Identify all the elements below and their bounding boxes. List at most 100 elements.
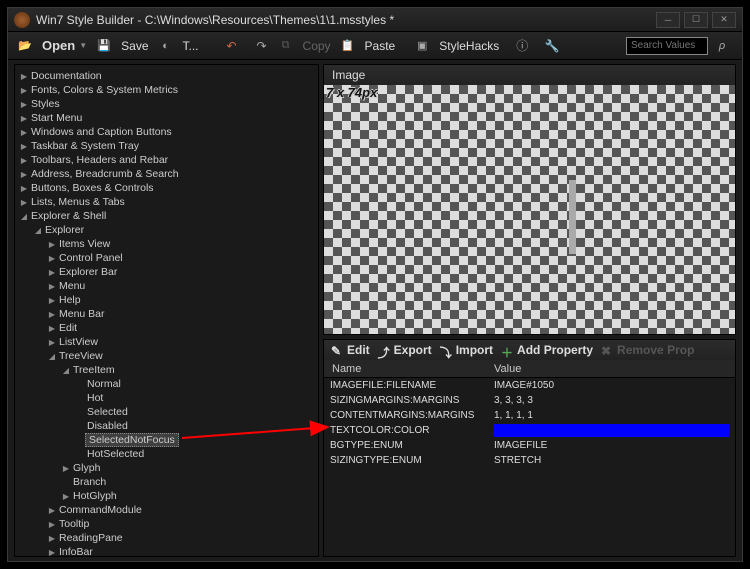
tree-pane[interactable]: ▶Documentation▶Fonts, Colors & System Me… bbox=[14, 64, 319, 557]
expand-arrow-icon[interactable]: ◢ bbox=[61, 366, 71, 375]
minimize-button[interactable]: ─ bbox=[656, 12, 680, 28]
tree-item[interactable]: ▶ReadingPane bbox=[19, 531, 314, 545]
tree-item[interactable]: ▶Address, Breadcrumb & Search bbox=[19, 167, 314, 181]
tree-item[interactable]: ◢Explorer bbox=[19, 223, 314, 237]
tree-item[interactable]: ▶Help bbox=[19, 293, 314, 307]
maximize-button[interactable]: ☐ bbox=[684, 12, 708, 28]
property-row[interactable]: SIZINGMARGINS:MARGINS3, 3, 3, 3 bbox=[324, 393, 735, 408]
edit-prop-button[interactable]: ✎Edit bbox=[328, 343, 373, 357]
expand-arrow-icon[interactable]: ▶ bbox=[19, 156, 29, 165]
expand-arrow-icon[interactable]: ◢ bbox=[19, 212, 29, 221]
tree-item[interactable]: ▶Menu Bar bbox=[19, 307, 314, 321]
tree-item[interactable]: ▶Control Panel bbox=[19, 251, 314, 265]
property-row[interactable]: CONTENTMARGINS:MARGINS1, 1, 1, 1 bbox=[324, 408, 735, 423]
col-value[interactable]: Value bbox=[494, 360, 735, 377]
export-prop-button[interactable]: ⤴Export bbox=[375, 343, 435, 357]
tree-item[interactable]: ▶Menu bbox=[19, 279, 314, 293]
copy-button[interactable]: Copy bbox=[297, 37, 337, 55]
properties-body[interactable]: IMAGEFILE:FILENAMEIMAGE#1050SIZINGMARGIN… bbox=[324, 378, 735, 556]
tree-item[interactable]: ◢TreeView bbox=[19, 349, 314, 363]
search-input[interactable] bbox=[626, 37, 708, 55]
expand-arrow-icon[interactable]: ▶ bbox=[47, 520, 57, 529]
image-dimensions: 7 x 74px bbox=[326, 85, 377, 100]
tree-item[interactable]: ▶Toolbars, Headers and Rebar bbox=[19, 153, 314, 167]
tree-item[interactable]: ▶HotGlyph bbox=[19, 489, 314, 503]
tree-item[interactable]: Disabled bbox=[19, 419, 314, 433]
expand-arrow-icon[interactable]: ▶ bbox=[19, 142, 29, 151]
expand-arrow-icon[interactable]: ▶ bbox=[47, 338, 57, 347]
tree-item[interactable]: ▶Explorer Bar bbox=[19, 265, 314, 279]
tree-item[interactable]: ▶Documentation bbox=[19, 69, 314, 83]
tree-item[interactable]: Selected bbox=[19, 405, 314, 419]
checker-background bbox=[324, 85, 735, 334]
expand-arrow-icon[interactable]: ▶ bbox=[47, 240, 57, 249]
tree-item[interactable]: ◢Explorer & Shell bbox=[19, 209, 314, 223]
expand-arrow-icon[interactable]: ▶ bbox=[19, 114, 29, 123]
expand-arrow-icon[interactable]: ▶ bbox=[19, 198, 29, 207]
image-preview[interactable]: 7 x 74px bbox=[324, 85, 735, 334]
info-button[interactable]: ⓘ bbox=[509, 37, 535, 55]
expand-arrow-icon[interactable]: ▶ bbox=[47, 254, 57, 263]
tree-item[interactable]: ▶Fonts, Colors & System Metrics bbox=[19, 83, 314, 97]
expand-arrow-icon[interactable]: ▶ bbox=[47, 296, 57, 305]
tree-item[interactable]: SelectedNotFocus bbox=[19, 433, 314, 447]
tree-item[interactable]: ▶Tooltip bbox=[19, 517, 314, 531]
tree-item[interactable]: ▶InfoBar bbox=[19, 545, 314, 557]
expand-arrow-icon[interactable]: ▶ bbox=[47, 310, 57, 319]
expand-arrow-icon[interactable]: ▶ bbox=[19, 128, 29, 137]
redo-button[interactable]: ↷ bbox=[249, 37, 275, 55]
expand-arrow-icon[interactable]: ▶ bbox=[47, 506, 57, 515]
expand-arrow-icon[interactable]: ◢ bbox=[33, 226, 43, 235]
expand-arrow-icon[interactable]: ▶ bbox=[47, 268, 57, 277]
tree-item[interactable]: ▶Taskbar & System Tray bbox=[19, 139, 314, 153]
expand-arrow-icon[interactable]: ▶ bbox=[19, 72, 29, 81]
tree-item[interactable]: HotSelected bbox=[19, 447, 314, 461]
tree-item[interactable]: ▶ListView bbox=[19, 335, 314, 349]
paste-button[interactable]: Paste bbox=[359, 37, 402, 55]
stylehacks-button[interactable]: StyleHacks bbox=[433, 37, 505, 55]
test-button[interactable]: T... bbox=[177, 37, 205, 55]
col-name[interactable]: Name bbox=[324, 360, 494, 377]
expand-arrow-icon[interactable]: ▶ bbox=[47, 282, 57, 291]
tools-button[interactable]: 🔧 bbox=[539, 37, 565, 55]
tree-item[interactable]: ▶Start Menu bbox=[19, 111, 314, 125]
titlebar[interactable]: Win7 Style Builder - C:\Windows\Resource… bbox=[8, 8, 742, 32]
remove-prop-button[interactable]: ✖Remove Prop bbox=[598, 343, 697, 357]
tree-item-label: HotSelected bbox=[85, 448, 146, 460]
tree-item[interactable]: Normal bbox=[19, 377, 314, 391]
open-button[interactable]: Open▼ bbox=[36, 36, 93, 55]
add-prop-button[interactable]: ＋Add Property bbox=[498, 343, 596, 357]
tree-item[interactable]: ▶Lists, Menus & Tabs bbox=[19, 195, 314, 209]
search-button[interactable]: ρ bbox=[712, 37, 732, 55]
tree-item[interactable]: ▶CommandModule bbox=[19, 503, 314, 517]
expand-arrow-icon[interactable]: ▶ bbox=[19, 170, 29, 179]
expand-arrow-icon[interactable]: ▶ bbox=[19, 100, 29, 109]
expand-arrow-icon[interactable]: ▶ bbox=[19, 184, 29, 193]
tree-item[interactable]: Hot bbox=[19, 391, 314, 405]
tree-item[interactable]: Branch bbox=[19, 475, 314, 489]
expand-arrow-icon[interactable]: ▶ bbox=[47, 534, 57, 543]
close-button[interactable]: ✕ bbox=[712, 12, 736, 28]
tree-item[interactable]: ▶Items View bbox=[19, 237, 314, 251]
undo-button[interactable]: ↶ bbox=[219, 37, 245, 55]
expand-arrow-icon[interactable]: ▶ bbox=[47, 548, 57, 557]
save-button[interactable]: Save bbox=[115, 37, 154, 55]
property-row[interactable]: SIZINGTYPE:ENUMSTRETCH bbox=[324, 453, 735, 468]
property-row[interactable]: BGTYPE:ENUMIMAGEFILE bbox=[324, 438, 735, 453]
expand-arrow-icon[interactable]: ◢ bbox=[47, 352, 57, 361]
properties-toolbar: ✎Edit ⤴Export ⤵Import ＋Add Property ✖Rem… bbox=[324, 340, 735, 360]
tree-item[interactable]: ▶Buttons, Boxes & Controls bbox=[19, 181, 314, 195]
expand-arrow-icon[interactable]: ▶ bbox=[61, 464, 71, 473]
property-row[interactable]: TEXTCOLOR:COLOR bbox=[324, 423, 735, 438]
property-row[interactable]: IMAGEFILE:FILENAMEIMAGE#1050 bbox=[324, 378, 735, 393]
tree-item[interactable]: ▶Styles bbox=[19, 97, 314, 111]
expand-arrow-icon[interactable]: ▶ bbox=[47, 324, 57, 333]
import-prop-button[interactable]: ⤵Import bbox=[437, 343, 496, 357]
expand-arrow-icon[interactable]: ▶ bbox=[19, 86, 29, 95]
property-value bbox=[494, 424, 729, 437]
tree-item[interactable]: ▶Glyph bbox=[19, 461, 314, 475]
expand-arrow-icon[interactable]: ▶ bbox=[61, 492, 71, 501]
tree-item[interactable]: ▶Windows and Caption Buttons bbox=[19, 125, 314, 139]
tree-item[interactable]: ◢TreeItem bbox=[19, 363, 314, 377]
tree-item[interactable]: ▶Edit bbox=[19, 321, 314, 335]
